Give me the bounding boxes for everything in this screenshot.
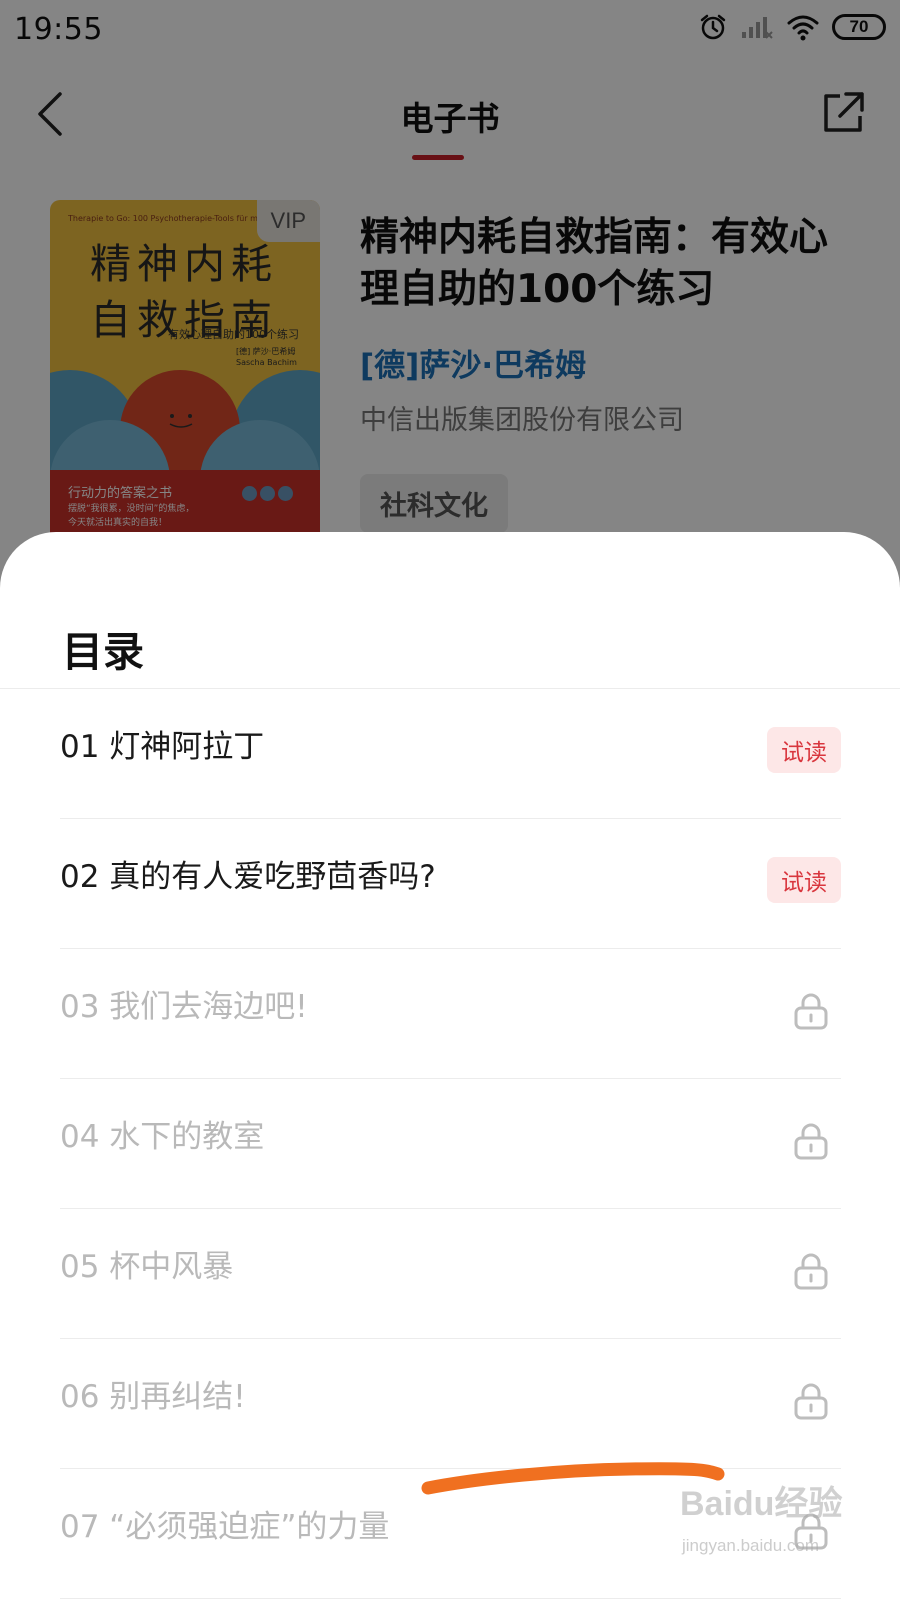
lock-icon (794, 1123, 828, 1160)
toc-item[interactable]: 02 真的有人爱吃野茴香吗? 试读 (60, 819, 841, 949)
toc-item-label: 01 灯神阿拉丁 (60, 729, 265, 765)
toc-item-label: 05 杯中风暴 (60, 1249, 234, 1285)
toc-item[interactable]: 03 我们去海边吧! (60, 949, 841, 1079)
watermark: Baidu经验 jingyan.baidu.com (680, 1476, 870, 1588)
toc-item-label: 07 “必须强迫症”的力量 (60, 1509, 390, 1545)
watermark-url: jingyan.baidu.com (682, 1536, 820, 1555)
lock-icon (794, 993, 828, 1030)
toc-item[interactable]: 06 别再纠结! (60, 1339, 841, 1469)
modal-backdrop[interactable] (0, 0, 900, 600)
trial-badge: 试读 (767, 857, 841, 903)
trial-badge: 试读 (767, 727, 841, 773)
lock-icon (794, 1383, 828, 1420)
toc-heading: 目录 (62, 628, 144, 676)
toc-item-label: 06 别再纠结! (60, 1379, 246, 1415)
toc-item-label: 02 真的有人爱吃野茴香吗? (60, 859, 436, 895)
toc-item[interactable]: 04 水下的教室 (60, 1079, 841, 1209)
toc-item-label: 03 我们去海边吧! (60, 989, 308, 1025)
book-detail-page: 19:55 70 电子书 Therapie to Go: 100 Psychot… (0, 0, 900, 600)
toc-item[interactable]: 01 灯神阿拉丁 试读 (60, 689, 841, 819)
toc-item-label: 04 水下的教室 (60, 1119, 265, 1155)
lock-icon (794, 1253, 828, 1290)
toc-bottom-sheet: 目录 01 灯神阿拉丁 试读 02 真的有人爱吃野茴香吗? 试读 03 我们去海边吧! 0… (0, 532, 900, 1600)
watermark-logo: Baidu经验 (680, 1485, 843, 1523)
toc-item[interactable]: 05 杯中风暴 (60, 1209, 841, 1339)
